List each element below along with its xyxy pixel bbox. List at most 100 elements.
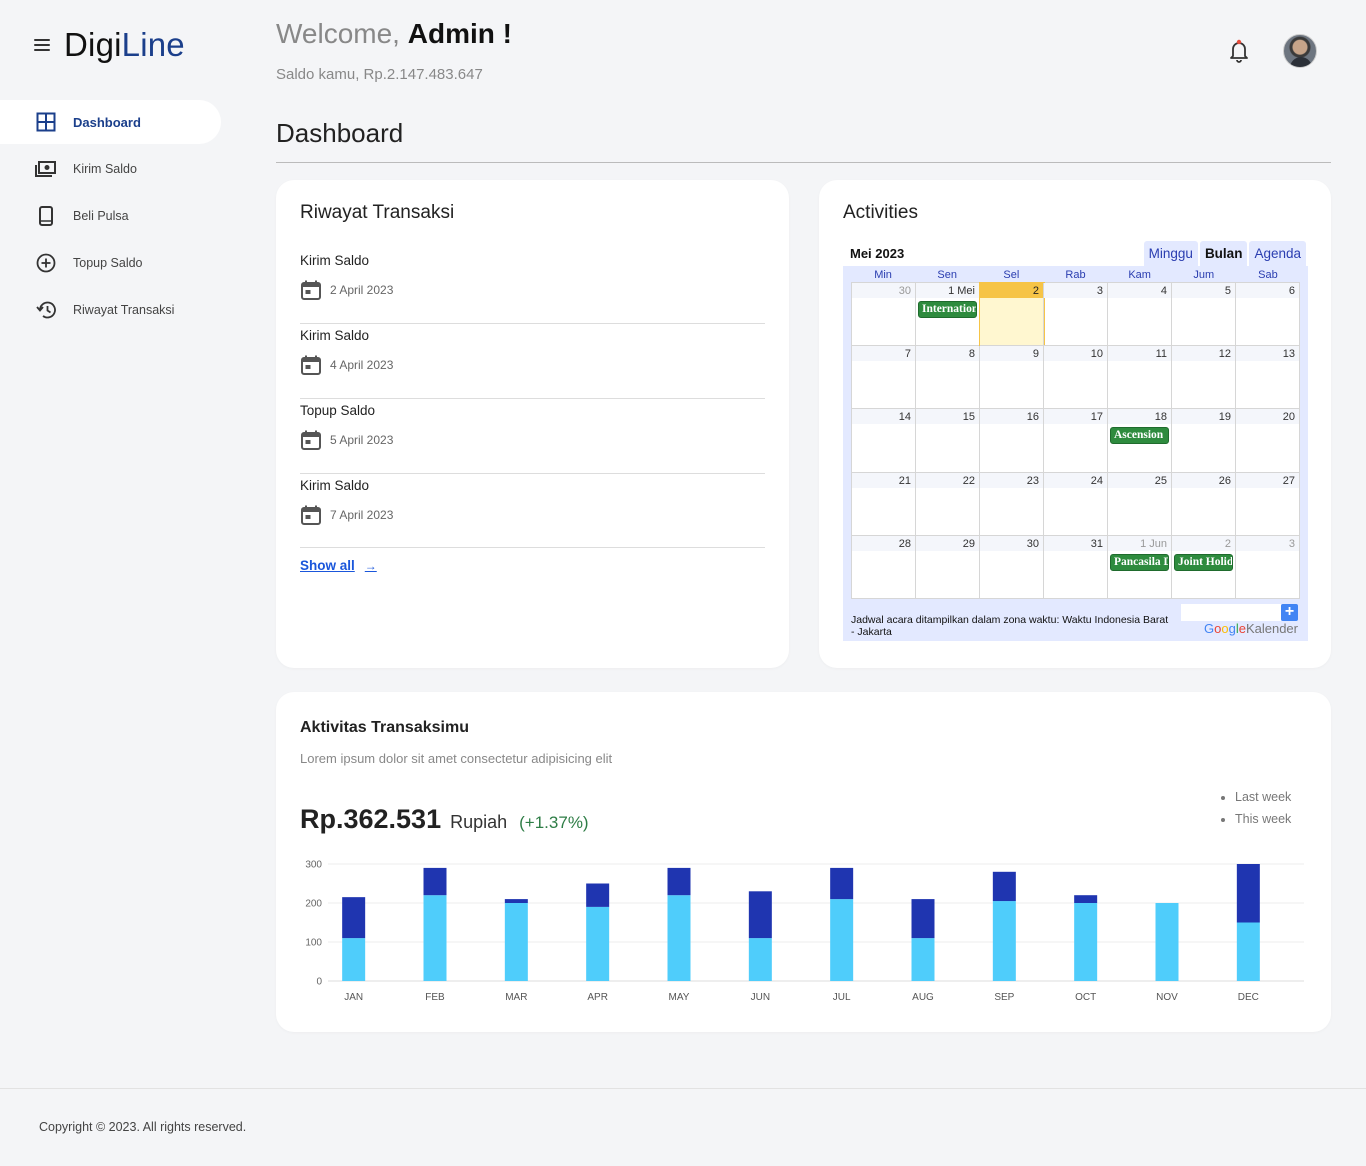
calendar-day[interactable]: 30 — [852, 283, 916, 347]
calendar-day[interactable]: 26 — [1172, 472, 1236, 536]
bar[interactable] — [1155, 903, 1179, 981]
list-item[interactable]: Kirim Saldo 7 April 2023 — [300, 474, 765, 548]
brand-logo[interactable]: DigiLine — [64, 26, 185, 64]
balance-text: Saldo kamu, Rp.2.147.483.647 — [276, 66, 483, 83]
bar[interactable] — [1236, 922, 1260, 982]
bar[interactable] — [1074, 895, 1098, 903]
calendar-event[interactable]: International — [918, 301, 977, 318]
notification-bell-icon[interactable] — [1227, 38, 1251, 64]
calendar-day[interactable]: 27 — [1236, 472, 1300, 536]
calendar-day[interactable]: 16 — [980, 409, 1044, 473]
list-item[interactable]: Kirim Saldo 4 April 2023 — [300, 324, 765, 399]
avatar[interactable] — [1283, 34, 1317, 68]
bar[interactable] — [342, 897, 366, 939]
bar[interactable] — [504, 899, 528, 903]
calendar-event[interactable]: Ascension — [1110, 427, 1169, 445]
calendar-day-today[interactable]: 2 — [979, 281, 1045, 348]
calendar-day[interactable]: 3 — [1236, 535, 1300, 599]
bar[interactable] — [748, 938, 772, 981]
calendar-day-number: 12 — [1172, 346, 1235, 362]
calendar-day[interactable]: 25 — [1108, 472, 1172, 536]
calendar-day[interactable]: 24 — [1044, 472, 1108, 536]
menu-icon[interactable] — [34, 39, 50, 51]
calendar-day[interactable]: 11 — [1108, 346, 1172, 410]
list-item[interactable]: Kirim Saldo 2 April 2023 — [300, 249, 765, 324]
calendar-day[interactable]: 20 — [1236, 409, 1300, 473]
calendar-day[interactable]: 17 — [1044, 409, 1108, 473]
calendar-day[interactable]: 4 — [1108, 283, 1172, 347]
sidebar-item-label: Dashboard — [73, 114, 141, 130]
calendar-day[interactable]: 9 — [980, 346, 1044, 410]
sidebar-item-dashboard[interactable]: Dashboard — [0, 100, 221, 144]
bar[interactable] — [586, 883, 610, 907]
calendar-day[interactable]: 1 Mei International — [916, 283, 980, 347]
bar[interactable] — [748, 891, 772, 939]
calendar-day[interactable]: 15 — [916, 409, 980, 473]
add-to-calendar-button[interactable]: + — [1281, 604, 1298, 621]
sidebar-item-topup-saldo[interactable]: Topup Saldo — [0, 241, 221, 285]
calendar-event[interactable]: Joint Holiday — [1174, 553, 1233, 571]
calendar-icon — [301, 430, 321, 450]
calendar-day[interactable]: 30 — [980, 535, 1044, 599]
calendar-day[interactable]: 10 — [1044, 346, 1108, 410]
calendar-day[interactable]: 18 Ascension — [1108, 409, 1172, 473]
show-all-link[interactable]: Show all → — [300, 558, 377, 573]
calendar-icon — [301, 505, 321, 525]
calendar-day[interactable]: 5 — [1172, 283, 1236, 347]
footer-divider — [0, 1088, 1366, 1089]
calendar-day[interactable]: 7 — [852, 346, 916, 410]
tab-minggu[interactable]: Minggu — [1143, 241, 1198, 266]
google-calendar-logo[interactable]: GoogleKalender — [1204, 621, 1298, 636]
bar[interactable] — [423, 895, 447, 981]
calendar-search-box[interactable] — [1181, 604, 1281, 621]
calendar-day[interactable]: 8 — [916, 346, 980, 410]
calendar-day[interactable]: 12 — [1172, 346, 1236, 410]
sidebar-item-kirim-saldo[interactable]: Kirim Saldo — [0, 147, 221, 191]
bar[interactable] — [911, 899, 935, 939]
calendar-day[interactable]: 29 — [916, 535, 980, 599]
tab-bulan[interactable]: Bulan — [1199, 241, 1248, 266]
sidebar-item-beli-pulsa[interactable]: Beli Pulsa — [0, 194, 221, 238]
sidebar-item-riwayat-transaksi[interactable]: Riwayat Transaksi — [0, 288, 221, 332]
calendar-day[interactable]: 28 — [852, 535, 916, 599]
calendar-day-number: 10 — [1044, 346, 1107, 362]
calendar-day-number: 13 — [1236, 346, 1299, 362]
bar[interactable] — [586, 906, 610, 981]
bar[interactable] — [830, 867, 854, 900]
x-tick-label: NOV — [1156, 992, 1178, 1003]
calendar-day-number: 20 — [1236, 409, 1299, 425]
calendar-day-number: 1 Mei — [916, 283, 979, 298]
calendar-day[interactable]: 19 — [1172, 409, 1236, 473]
calendar-day[interactable]: 14 — [852, 409, 916, 473]
bar[interactable] — [667, 895, 691, 981]
calendar-day[interactable]: 22 — [916, 472, 980, 536]
bar[interactable] — [1074, 903, 1098, 981]
tab-agenda[interactable]: Agenda — [1249, 241, 1306, 266]
bar[interactable] — [504, 903, 528, 981]
calendar-event[interactable]: Pancasila Day — [1110, 553, 1169, 571]
bar[interactable] — [667, 867, 691, 896]
google-calendar-embed: Mei 2023 Minggu Bulan Agenda Min Sen Sel Ra… — [843, 241, 1308, 641]
calendar-day-number: 28 — [852, 535, 915, 551]
bar[interactable] — [992, 871, 1016, 902]
calendar-day-number: 3 — [1044, 283, 1107, 298]
calendar-day[interactable]: 31 — [1044, 535, 1108, 599]
bar[interactable] — [423, 867, 447, 896]
bar[interactable] — [830, 899, 854, 981]
bar[interactable] — [342, 938, 366, 981]
list-item[interactable]: Topup Saldo 5 April 2023 — [300, 399, 765, 474]
bar[interactable] — [1236, 864, 1260, 923]
legend-item-this-week[interactable]: This week — [1235, 808, 1291, 830]
calendar-day[interactable]: 6 — [1236, 283, 1300, 347]
calendar-day[interactable]: 2 Joint Holiday — [1172, 535, 1236, 599]
google-wordmark-letter: G — [1204, 621, 1215, 636]
calendar-month: Mei 2023 — [850, 246, 905, 261]
legend-item-last-week[interactable]: Last week — [1235, 786, 1291, 808]
calendar-day[interactable]: 23 — [980, 472, 1044, 536]
bar[interactable] — [992, 901, 1016, 981]
calendar-day[interactable]: 1 Jun Pancasila Day — [1108, 535, 1172, 599]
calendar-day[interactable]: 13 — [1236, 346, 1300, 410]
calendar-day[interactable]: 3 — [1044, 283, 1108, 347]
calendar-day[interactable]: 21 — [852, 472, 916, 536]
bar[interactable] — [911, 938, 935, 981]
